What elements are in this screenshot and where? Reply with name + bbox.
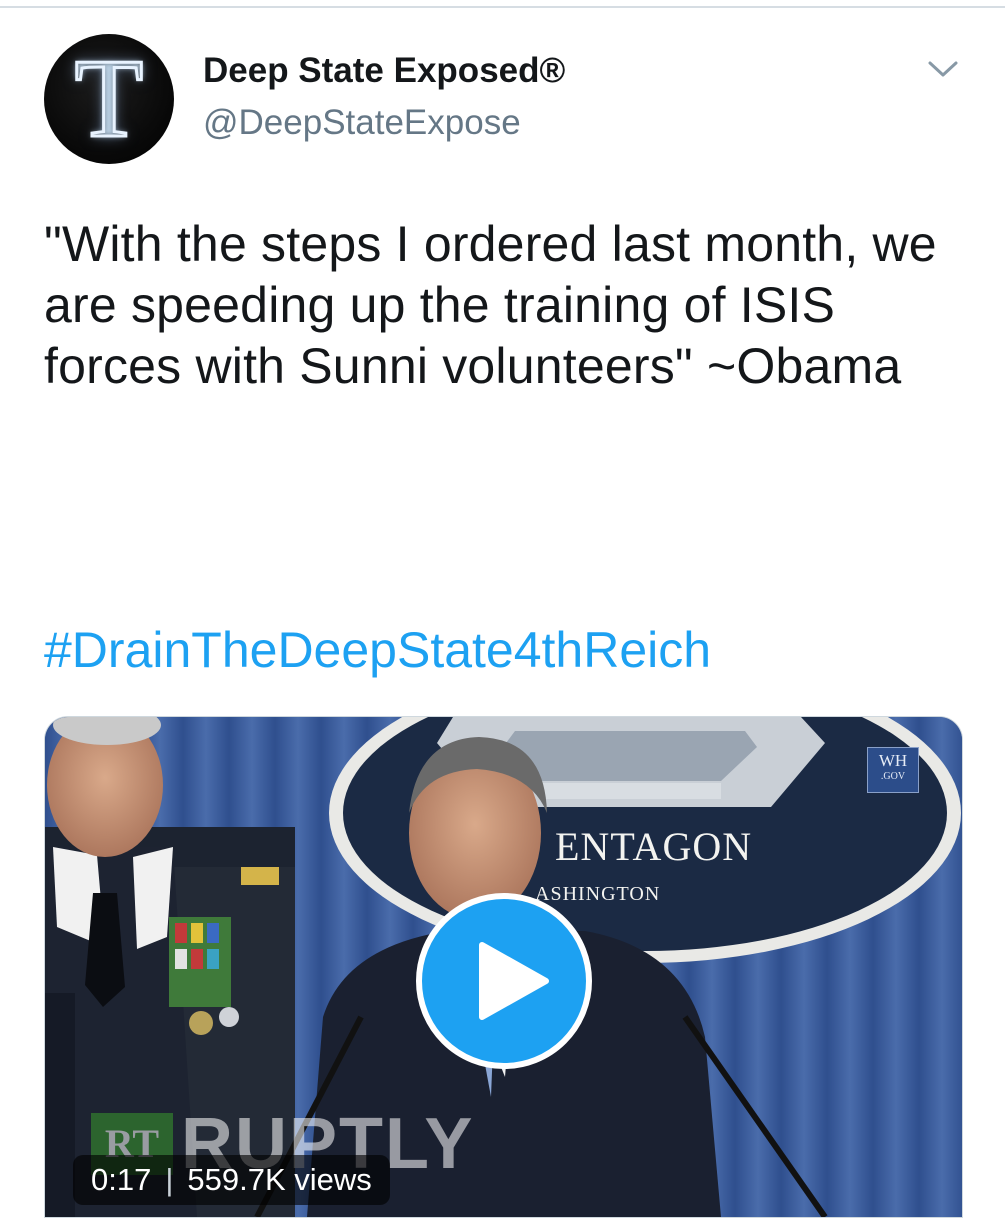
tweet-text: "With the steps I ordered last month, we… — [44, 216, 937, 394]
chevron-down-icon[interactable] — [926, 58, 960, 80]
display-name[interactable]: Deep State Exposed® — [203, 51, 565, 91]
video-meta-overlay: 0:17 | 559.7K views — [73, 1155, 390, 1205]
video-duration: 0:17 — [91, 1162, 152, 1197]
video-player[interactable]: WH .GOV ENTAGON ASHINGTON RT RUPTLY 0:17… — [44, 716, 963, 1218]
video-views: 559.7K views — [187, 1162, 372, 1197]
top-divider — [0, 6, 1005, 8]
podium-seal-subtext: ASHINGTON — [535, 883, 661, 905]
wh-badge-line2: .GOV — [880, 771, 906, 782]
avatar[interactable]: T — [44, 34, 174, 164]
hashtag-link[interactable]: #DrainTheDeepState4thReich — [44, 620, 711, 681]
neon-letter-t-avatar-icon: T — [73, 37, 144, 161]
wh-gov-badge: WH .GOV — [867, 747, 919, 793]
play-icon — [479, 942, 549, 1020]
meta-separator: | — [165, 1162, 174, 1197]
play-button[interactable] — [416, 893, 592, 1069]
user-handle[interactable]: @DeepStateExpose — [203, 103, 521, 143]
podium-seal-text: ENTAGON — [555, 824, 753, 869]
wh-badge-line1: WH — [878, 751, 908, 770]
